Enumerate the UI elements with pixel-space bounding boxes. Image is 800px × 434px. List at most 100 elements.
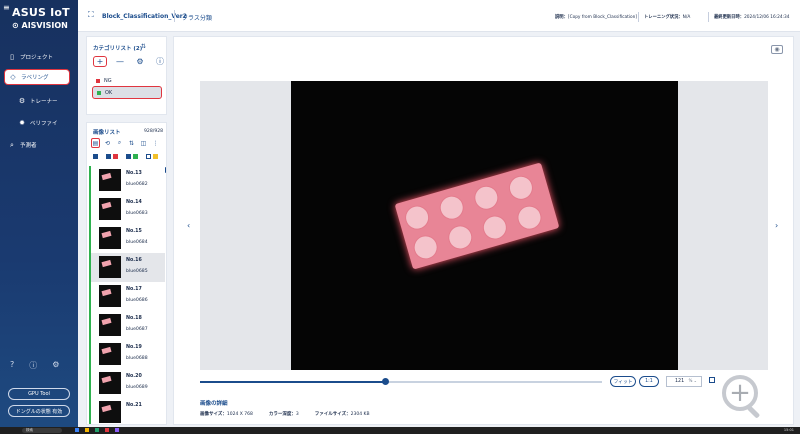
checkbox[interactable] bbox=[93, 154, 98, 159]
slider-fill bbox=[200, 381, 385, 383]
sidebar-item-label: トレーナー bbox=[30, 99, 58, 105]
image-toolbar: ▤ ⟲ ⌕ ⇅ ◫ ⋮ bbox=[91, 138, 160, 148]
filter-unlabeled[interactable] bbox=[146, 154, 158, 159]
zoom-unit-text: % bbox=[688, 378, 693, 383]
image-row[interactable]: No.17 blue0686 bbox=[89, 282, 165, 311]
slider-knob[interactable] bbox=[381, 378, 389, 385]
info-icon[interactable]: ⓘ bbox=[29, 360, 37, 371]
sidebar-item-trainer[interactable]: ⚙ トレーナー bbox=[4, 94, 70, 108]
lego-stud bbox=[471, 182, 502, 213]
one-to-one-button[interactable]: 1:1 bbox=[639, 376, 659, 387]
image-row[interactable]: No.16 blue0685 bbox=[89, 253, 165, 282]
zoom-select[interactable]: 121 % ⌄ bbox=[666, 376, 702, 387]
image-canvas[interactable] bbox=[291, 81, 678, 370]
filter-ok[interactable] bbox=[126, 154, 138, 159]
next-image-arrow[interactable]: › bbox=[775, 221, 778, 230]
taskbar-app-icon[interactable] bbox=[75, 428, 79, 432]
thumbnail-brick bbox=[101, 259, 112, 268]
header-divider bbox=[638, 12, 639, 22]
image-size-label: 画像サイズ： bbox=[200, 412, 227, 417]
previous-image-arrow[interactable]: ‹ bbox=[187, 221, 190, 230]
image-row[interactable]: No.15 blue0684 bbox=[89, 224, 165, 253]
image-row[interactable]: No.21 bbox=[89, 398, 165, 424]
image-filename: blue0682 bbox=[126, 182, 148, 187]
taskbar-app-icon[interactable] bbox=[105, 428, 109, 432]
overlay-checkbox[interactable] bbox=[709, 377, 715, 383]
lego-brick-image bbox=[394, 162, 560, 270]
category-toolbar: + — ⚙ ⓘ bbox=[93, 56, 167, 67]
search-icon: ⌕ bbox=[10, 140, 14, 149]
taskbar-clock: 15:01 bbox=[783, 428, 794, 432]
checkbox[interactable] bbox=[146, 154, 151, 159]
image-row[interactable]: No.13 blue0682 bbox=[89, 166, 165, 195]
taskbar-app-icon[interactable] bbox=[95, 428, 99, 432]
help-icon[interactable]: ? bbox=[10, 360, 14, 371]
lego-stud bbox=[480, 212, 510, 243]
color-depth: カラー深度：3 bbox=[269, 411, 299, 417]
sidebar-bottom-icons: ? ⓘ ⚙ bbox=[10, 360, 59, 371]
thumbnail-brick bbox=[101, 230, 112, 239]
color-depth-value: 3 bbox=[295, 412, 299, 417]
image-view-icon[interactable]: ▤ bbox=[91, 138, 100, 148]
add-category-button[interactable]: + bbox=[93, 56, 107, 67]
image-thumbnail bbox=[99, 227, 121, 249]
gpu-tool-button[interactable]: GPU Tool bbox=[8, 388, 70, 400]
info-icon[interactable]: ⓘ bbox=[153, 56, 167, 67]
image-thumbnail bbox=[99, 198, 121, 220]
image-row[interactable]: No.19 blue0688 bbox=[89, 340, 165, 369]
image-size: 画像サイズ：1024 X 768 bbox=[200, 411, 253, 417]
image-number: No.13 bbox=[126, 171, 142, 176]
header-divider bbox=[174, 10, 175, 22]
sidebar-item-project[interactable]: ▯ プロジェクト bbox=[4, 50, 70, 64]
header-divider bbox=[708, 12, 709, 22]
lego-stud bbox=[436, 192, 467, 223]
image-list-panel: 画像リスト 928/928 ▤ ⟲ ⌕ ⇅ ◫ ⋮ No.13 blue0682 N… bbox=[86, 122, 167, 425]
taskbar-app-icon[interactable] bbox=[115, 428, 119, 432]
magnifier-zoom-icon[interactable]: + bbox=[722, 375, 758, 411]
category-item-ok[interactable]: OK bbox=[92, 86, 162, 99]
filter-ng[interactable] bbox=[106, 154, 118, 159]
fit-button[interactable]: フィット bbox=[610, 376, 636, 387]
category-name: NG bbox=[104, 77, 112, 84]
sort-icon[interactable]: ⇅ bbox=[141, 43, 146, 50]
remove-category-button[interactable]: — bbox=[113, 56, 127, 67]
camera-icon[interactable]: ◫ bbox=[139, 138, 148, 148]
sort-icon[interactable]: ⇅ bbox=[127, 138, 136, 148]
search-icon[interactable]: ⌕ bbox=[115, 138, 124, 148]
color-swatch bbox=[97, 90, 101, 95]
magnifier-handle bbox=[746, 405, 761, 419]
dongle-status-button[interactable]: ドングルの状態 有効 bbox=[8, 405, 70, 417]
taskbar-app-icon[interactable] bbox=[85, 428, 89, 432]
screenshot-icon[interactable]: ◉ bbox=[771, 45, 783, 54]
filter-all[interactable] bbox=[93, 154, 98, 159]
project-icon: ⛶ bbox=[88, 10, 94, 19]
image-number: No.15 bbox=[126, 229, 142, 234]
thumbnail-brick bbox=[101, 288, 112, 297]
sidebar-item-label: プロジェクト bbox=[20, 55, 54, 61]
image-row[interactable]: No.18 blue0687 bbox=[89, 311, 165, 340]
lego-stud bbox=[506, 172, 536, 203]
thumbnail-brick bbox=[101, 346, 112, 355]
sidebar-item-predictor[interactable]: ⌕ 予測者 bbox=[4, 138, 70, 152]
checkbox[interactable] bbox=[106, 154, 111, 159]
thumbnail-brick bbox=[101, 201, 112, 210]
sidebar-item-verify[interactable]: ✹ ベリファイ bbox=[4, 116, 70, 130]
more-icon[interactable]: ⋮ bbox=[151, 138, 160, 148]
file-size-label: ファイルサイズ： bbox=[314, 412, 351, 417]
tag-icon: ◇ bbox=[10, 73, 16, 81]
image-slider[interactable] bbox=[200, 378, 602, 385]
auto-label-icon[interactable]: ⟲ bbox=[103, 138, 112, 148]
sidebar-item-label: 予測者 bbox=[20, 143, 37, 149]
sidebar: ≡ ASUS IoT ⊙ AISVISION ▯ プロジェクト ◇ ラベリング … bbox=[0, 0, 78, 427]
logo-aisvision: ⊙ AISVISION bbox=[12, 21, 68, 30]
list-scrollbar[interactable] bbox=[165, 167, 166, 173]
menu-icon[interactable]: ≡ bbox=[3, 3, 10, 12]
image-row[interactable]: No.14 blue0683 bbox=[89, 195, 165, 224]
settings-icon[interactable]: ⚙ bbox=[133, 56, 147, 67]
category-item-ng[interactable]: NG bbox=[92, 75, 162, 86]
settings-icon[interactable]: ⚙ bbox=[52, 360, 59, 371]
checkbox[interactable] bbox=[126, 154, 131, 159]
taskbar-search[interactable]: 検索 bbox=[22, 428, 62, 433]
image-row[interactable]: No.20 blue0689 bbox=[89, 369, 165, 398]
sidebar-item-labeling[interactable]: ◇ ラベリング bbox=[4, 69, 70, 85]
